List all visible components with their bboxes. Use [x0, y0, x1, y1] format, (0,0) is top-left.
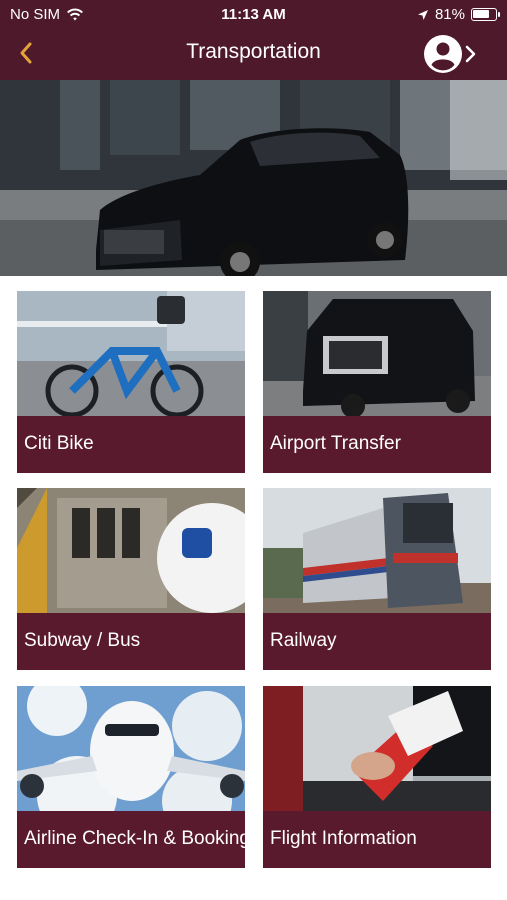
tile-label: Railway: [270, 630, 337, 651]
tile-label: Airline Check-In & Booking: [24, 828, 245, 849]
tile-airport-transfer[interactable]: Airport Transfer: [263, 291, 491, 473]
suv-image: [263, 291, 491, 416]
tile-label: Citi Bike: [24, 433, 94, 454]
status-bar: No SIM 11:13 AM 81%: [0, 0, 507, 28]
location-arrow-icon: [417, 9, 428, 20]
tile-airline-checkin[interactable]: Airline Check-In & Booking: [17, 686, 245, 868]
train-image: [263, 488, 491, 613]
car-photo: [0, 80, 507, 276]
user-circle-icon: [424, 35, 462, 73]
hero-image: [0, 80, 507, 276]
nav-bar: Transportation: [0, 28, 507, 80]
tile-label: Flight Information: [270, 828, 417, 849]
battery-percent: 81%: [434, 6, 465, 23]
profile-button[interactable]: [423, 34, 487, 74]
tile-subway-bus[interactable]: Subway / Bus: [17, 488, 245, 670]
subway-image: [17, 488, 245, 613]
bike-image: [17, 291, 245, 416]
airplane-image: [17, 686, 245, 811]
tile-railway[interactable]: Railway: [263, 488, 491, 670]
tile-flight-information[interactable]: Flight Information: [263, 686, 491, 868]
tile-label: Subway / Bus: [24, 630, 141, 651]
tile-citi-bike[interactable]: Citi Bike: [17, 291, 245, 473]
chevron-right-icon: [465, 45, 476, 63]
tile-label: Airport Transfer: [270, 433, 401, 454]
battery-icon: [471, 8, 500, 21]
header: No SIM 11:13 AM 81% Transportation: [0, 0, 507, 80]
boarding-pass-image: [263, 686, 491, 811]
